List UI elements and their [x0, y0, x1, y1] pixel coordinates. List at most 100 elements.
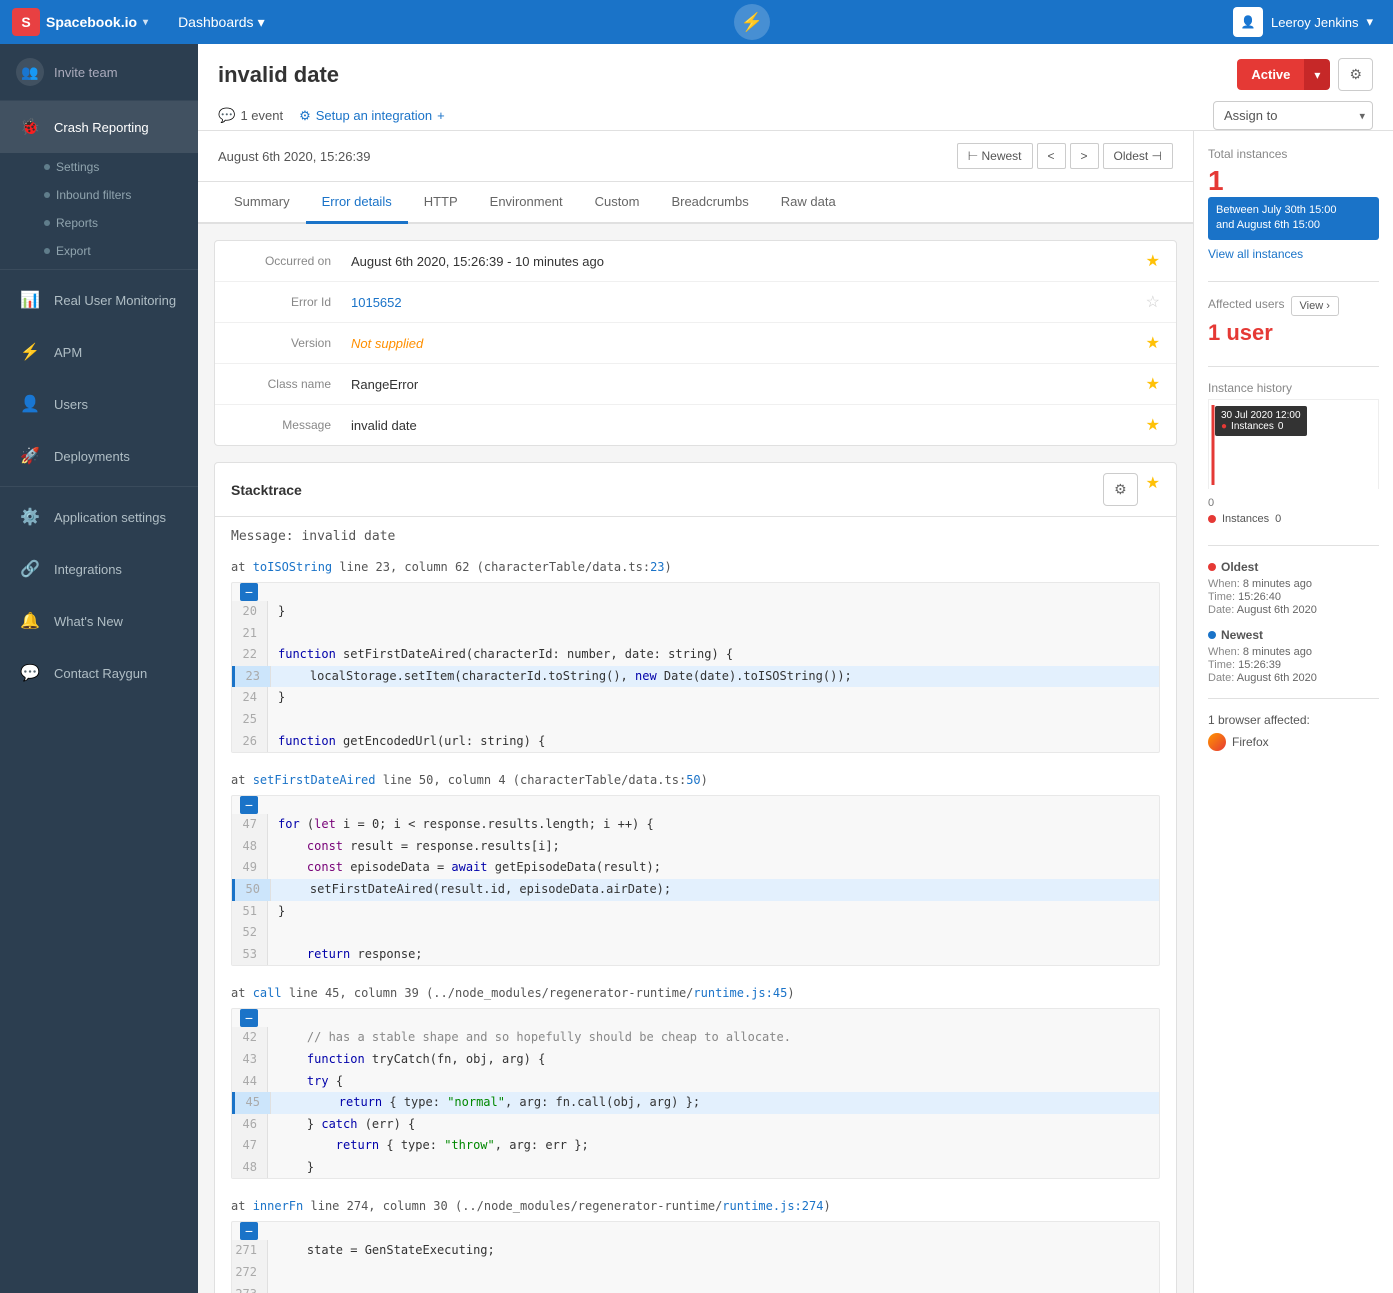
stacktrace-actions: ⚙ ★ [1103, 473, 1160, 506]
affected-users-row: Affected users View › [1208, 296, 1379, 316]
error-id-star-icon[interactable]: ☆ [1146, 292, 1160, 312]
sidebar: 👥 Invite team 🐞 Crash Reporting Settings… [0, 44, 198, 1293]
active-button[interactable]: Active [1237, 59, 1304, 90]
tab-error-details[interactable]: Error details [306, 182, 408, 224]
sidebar-sub-export[interactable]: Export [0, 237, 198, 265]
code-line-23-highlighted: 23 localStorage.setItem(characterId.toSt… [232, 666, 1159, 688]
newest-date: Date: August 6th 2020 [1208, 672, 1379, 684]
sidebar-item-crash-reporting[interactable]: 🐞 Crash Reporting [0, 101, 198, 153]
rum-label: Real User Monitoring [54, 293, 176, 308]
user-menu[interactable]: 👤 Leeroy Jenkins ▾ [1225, 0, 1381, 44]
message-star-icon[interactable]: ★ [1146, 415, 1160, 435]
view-users-button[interactable]: View › [1291, 296, 1339, 316]
sidebar-item-app-settings[interactable]: ⚙️ Application settings [0, 491, 198, 543]
instance-history-section: Instance history 30 Jul 2020 12:00 ● Ins… [1208, 381, 1379, 525]
at-link-4[interactable]: innerFn [253, 1199, 304, 1213]
collapse-btn-3[interactable]: − [240, 1009, 258, 1027]
tab-http[interactable]: HTTP [408, 182, 474, 224]
tab-environment[interactable]: Environment [474, 182, 579, 224]
occurred-star-icon[interactable]: ★ [1146, 251, 1160, 271]
at-file-link-3[interactable]: runtime.js:45 [693, 986, 787, 1000]
sidebar-item-users[interactable]: 👤 Users [0, 378, 198, 430]
prev-button[interactable]: < [1037, 143, 1066, 169]
sub-dot [44, 248, 50, 254]
detail-label-version: Version [231, 336, 331, 350]
collapse-btn-4[interactable]: − [240, 1222, 258, 1240]
active-btn-group: Active ▾ [1237, 59, 1330, 90]
total-instances-label: Total instances [1208, 147, 1379, 161]
date-text: August 6th 2020, 15:26:39 [218, 149, 371, 164]
layout: 👥 Invite team 🐞 Crash Reporting Settings… [0, 44, 1393, 1293]
stacktrace-at-4: at innerFn line 274, column 30 (../node_… [215, 1195, 1176, 1221]
avatar: 👤 [1233, 7, 1263, 37]
chart-tooltip-dot: ● [1221, 421, 1227, 432]
stacktrace-header: Stacktrace ⚙ ★ [215, 463, 1176, 517]
total-instances-value: 1 [1208, 165, 1379, 197]
oldest-date: Date: August 6th 2020 [1208, 604, 1379, 616]
newest-when: When: 8 minutes ago [1208, 646, 1379, 658]
active-dropdown-button[interactable]: ▾ [1304, 59, 1330, 90]
next-button[interactable]: > [1070, 143, 1099, 169]
code-line-22: 22function setFirstDateAired(characterId… [232, 644, 1159, 666]
event-count: 💬 1 event [218, 107, 283, 124]
tab-raw-data[interactable]: Raw data [765, 182, 852, 224]
users-icon: 👤 [16, 390, 44, 418]
at-file-link-1[interactable]: 23 [650, 560, 664, 574]
sidebar-sub-settings[interactable]: Settings [0, 153, 198, 181]
oldest-button[interactable]: Oldest ⊣ [1103, 143, 1173, 169]
at-link-1[interactable]: toISOString [253, 560, 332, 574]
rp-divider-1 [1208, 281, 1379, 282]
gear-button[interactable]: ⚙ [1338, 58, 1373, 91]
code-block-1: − 20} 21 22function setFirstDateAired(ch… [231, 582, 1160, 753]
stacktrace-section: Stacktrace ⚙ ★ Message: invalid date at … [214, 462, 1177, 1293]
collapse-btn-1[interactable]: − [240, 583, 258, 601]
sidebar-item-whats-new[interactable]: 🔔 What's New [0, 595, 198, 647]
at-link-3[interactable]: call [253, 986, 282, 1000]
code-line-24: 24} [232, 687, 1159, 709]
tab-custom[interactable]: Custom [579, 182, 656, 224]
sub-reports-label: Reports [56, 216, 98, 230]
tab-breadcrumbs[interactable]: Breadcrumbs [655, 182, 764, 224]
sidebar-item-rum[interactable]: 📊 Real User Monitoring [0, 274, 198, 326]
stacktrace-gear-button[interactable]: ⚙ [1103, 473, 1138, 506]
detail-row-version: Version Not supplied ★ [215, 323, 1176, 364]
at-file-link-4[interactable]: runtime.js:274 [722, 1199, 823, 1213]
lightning-button[interactable]: ⚡ [734, 4, 770, 40]
view-all-instances-link[interactable]: View all instances [1208, 247, 1303, 261]
stacktrace-star-icon[interactable]: ★ [1146, 473, 1160, 506]
detail-value-error-id[interactable]: 1015652 [351, 295, 402, 310]
dashboards-nav[interactable]: Dashboards ▾ [164, 0, 279, 44]
classname-star-icon[interactable]: ★ [1146, 374, 1160, 394]
sidebar-item-contact[interactable]: 💬 Contact Raygun [0, 647, 198, 699]
instances-dot [1208, 515, 1216, 523]
date-range-badge[interactable]: Between July 30th 15:00and August 6th 15… [1208, 197, 1379, 240]
detail-label-class-name: Class name [231, 377, 331, 391]
at-file-link-2[interactable]: 50 [686, 773, 700, 787]
assign-select[interactable]: Assign to [1213, 101, 1373, 130]
sidebar-sub-reports[interactable]: Reports [0, 209, 198, 237]
sub-dot [44, 164, 50, 170]
code-line-49: 49 const episodeData = await getEpisodeD… [232, 857, 1159, 879]
brand-name: Spacebook.io [46, 14, 137, 30]
user-arrow-icon: ▾ [1366, 14, 1373, 30]
sidebar-sub-inbound[interactable]: Inbound filters [0, 181, 198, 209]
invite-team-item[interactable]: 👥 Invite team [0, 44, 198, 101]
sidebar-item-apm[interactable]: ⚡ APM [0, 326, 198, 378]
topnav: S Spacebook.io ▾ Dashboards ▾ ⚡ 👤 Leeroy… [0, 0, 1393, 44]
sidebar-item-deployments[interactable]: 🚀 Deployments [0, 430, 198, 482]
plus-icon: + [437, 108, 445, 123]
at-link-2[interactable]: setFirstDateAired [253, 773, 376, 787]
detail-value-class-name: RangeError [351, 377, 1146, 392]
invite-icon: 👥 [16, 58, 44, 86]
newest-button[interactable]: ⊢ Newest [957, 143, 1033, 169]
version-star-icon[interactable]: ★ [1146, 333, 1160, 353]
sidebar-item-integrations[interactable]: 🔗 Integrations [0, 543, 198, 595]
contact-icon: 💬 [16, 659, 44, 687]
brand[interactable]: S Spacebook.io ▾ [12, 8, 148, 36]
setup-integration[interactable]: ⚙ Setup an integration + [299, 108, 445, 124]
main: invalid date Active ▾ ⚙ 💬 1 event ⚙ Setu… [198, 44, 1393, 1293]
collapse-btn-2[interactable]: − [240, 796, 258, 814]
detail-row-occurred: Occurred on August 6th 2020, 15:26:39 - … [215, 241, 1176, 282]
oldest-label-text: Oldest [1221, 560, 1258, 574]
tab-summary[interactable]: Summary [218, 182, 306, 224]
